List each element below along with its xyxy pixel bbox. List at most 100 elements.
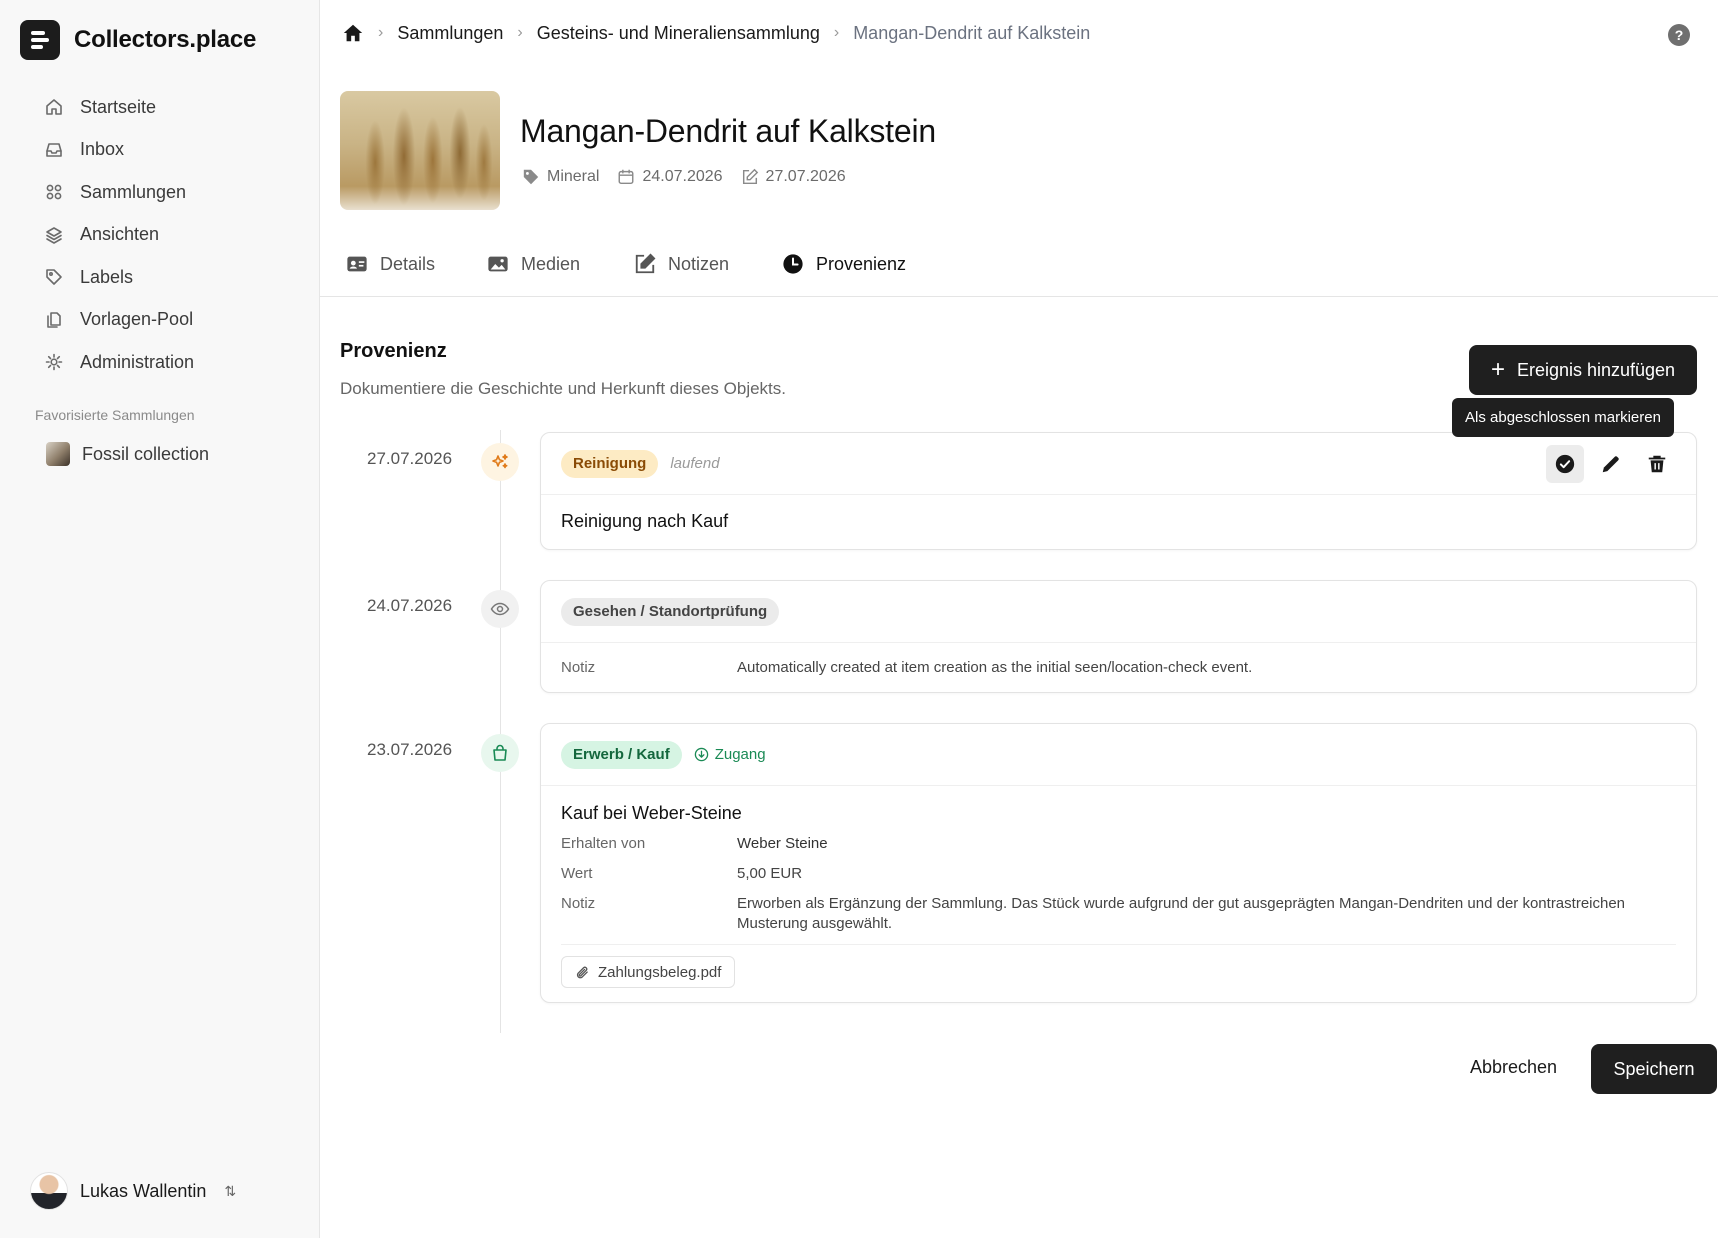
item-edited-date: 27.07.2026 [765, 168, 846, 185]
event-field: Wert 5,00 EUR [561, 864, 1676, 884]
favorite-item-fossil-collection[interactable]: Fossil collection [46, 442, 209, 466]
item-type: Mineral [522, 168, 599, 186]
field-label: Erhalten von [561, 835, 646, 852]
event-type-badge: Gesehen / Standortprüfung [561, 597, 780, 626]
sidebar-item-label: Inbox [80, 139, 125, 160]
divider [561, 944, 1676, 945]
brand[interactable]: Collectors.place [20, 20, 256, 60]
section-title: Provenienz [340, 340, 447, 362]
sidebar-item-administration[interactable]: Administration [44, 341, 304, 384]
sparkles-icon [492, 454, 508, 469]
edit-icon [635, 253, 656, 274]
mark-complete-button[interactable] [1546, 445, 1584, 483]
event-card-body: Reinigung nach Kauf [541, 495, 1696, 546]
check-circle-icon [1555, 454, 1575, 474]
add-event-button[interactable]: + Ereignis hinzufügen [1469, 345, 1697, 395]
tab-label: Details [380, 253, 436, 274]
breadcrumb-item[interactable]: Gesteins- und Mineraliensammlung [537, 23, 820, 44]
user-name: Lukas Wallentin [80, 1180, 207, 1201]
calendar-icon [618, 169, 634, 185]
home-icon[interactable] [342, 22, 364, 44]
tab-label: Provenienz [816, 253, 907, 274]
event-marker [481, 443, 519, 481]
tab-details[interactable]: Details [346, 250, 435, 278]
sidebar-item-inbox[interactable]: Inbox [44, 129, 304, 172]
event-direction-label: Zugang [714, 746, 766, 763]
event-card: Gesehen / Standortprüfung Notiz Automati… [540, 580, 1697, 693]
shopping-bag-icon [493, 744, 507, 761]
favorite-item-label: Fossil collection [82, 443, 210, 464]
sidebar-item-sammlungen[interactable]: Sammlungen [44, 171, 304, 214]
sidebar-item-label: Vorlagen-Pool [80, 309, 194, 330]
avatar [30, 1172, 68, 1210]
field-value: Weber Steine [737, 835, 828, 852]
event-field: Erhalten von Weber Steine [561, 834, 1676, 854]
attachment-chip[interactable]: Zahlungsbeleg.pdf [561, 956, 736, 988]
breadcrumb: › Sammlungen › Gesteins- und Mineraliens… [342, 22, 1090, 44]
sidebar-item-ansichten[interactable]: Ansichten [44, 214, 304, 257]
sidebar-item-label: Startseite [80, 96, 157, 117]
event-actions [1546, 445, 1676, 483]
item-meta: Mineral 24.07.2026 27.07.2026 [522, 168, 846, 186]
event-card-header: Reinigung laufend [541, 433, 1696, 495]
sidebar-nav: Startseite Inbox Sammlungen Ansichten La… [44, 86, 304, 384]
sidebar-item-vorlagen-pool[interactable]: Vorlagen-Pool [44, 299, 304, 342]
field-label: Notiz [561, 895, 596, 912]
id-card-icon [347, 256, 367, 272]
copy-icon [47, 311, 61, 328]
eye-icon [490, 602, 510, 616]
main-content: › Sammlungen › Gesteins- und Mineraliens… [320, 0, 1718, 1238]
page-title: Mangan-Dendrit auf Kalkstein [520, 113, 936, 149]
gear-icon [45, 353, 63, 371]
tab-bar: Details Medien Notizen Provenienz [320, 250, 1718, 297]
item-type-label: Mineral [547, 168, 600, 185]
help-icon[interactable]: ? [1668, 24, 1690, 46]
event-date: 27.07.2026 [367, 449, 453, 468]
item-created: 24.07.2026 [617, 168, 723, 186]
layers-icon [46, 226, 62, 244]
tab-notizen[interactable]: Notizen [634, 250, 729, 278]
event-title: Kauf bei Weber-Steine [561, 803, 742, 823]
clock-icon [783, 254, 803, 274]
tooltip: Als abgeschlossen markieren [1452, 398, 1674, 437]
user-menu[interactable]: Lukas Wallentin ⇅ [30, 1172, 236, 1210]
event-status: laufend [670, 455, 720, 472]
event-card: Erwerb / Kauf Zugang Kauf bei Weber-Stei… [540, 723, 1697, 1003]
breadcrumb-item[interactable]: Sammlungen [397, 23, 503, 44]
event-marker [481, 734, 519, 772]
collection-thumbnail [46, 442, 70, 466]
field-label: Wert [561, 865, 593, 882]
breadcrumb-current: Mangan-Dendrit auf Kalkstein [853, 22, 1091, 43]
event-card-header: Gesehen / Standortprüfung [541, 581, 1696, 643]
tab-label: Medien [521, 253, 581, 274]
event-date: 23.07.2026 [367, 740, 453, 759]
delete-event-button[interactable] [1638, 445, 1676, 483]
image-icon [488, 256, 508, 272]
edit-icon [742, 168, 758, 185]
event-date: 24.07.2026 [367, 596, 453, 615]
chevron-right-icon: › [517, 24, 523, 41]
save-button[interactable]: Speichern [1591, 1044, 1717, 1094]
edit-event-button[interactable] [1592, 445, 1630, 483]
app-logo-icon [20, 20, 60, 60]
event-field: Notiz Automatically created at item crea… [561, 658, 1676, 678]
inbox-icon [46, 142, 62, 157]
chevron-right-icon: › [833, 24, 840, 41]
sidebar-item-startseite[interactable]: Startseite [44, 86, 304, 129]
pencil-icon [1602, 456, 1619, 473]
cancel-button[interactable]: Abbrechen [1470, 1053, 1557, 1082]
item-image[interactable] [340, 91, 500, 210]
sidebar: Collectors.place Startseite Inbox Sammlu… [0, 0, 320, 1238]
tab-provenienz[interactable]: Provenienz [782, 250, 906, 278]
field-label: Notiz [561, 659, 596, 676]
event-type-badge: Reinigung [561, 449, 659, 478]
sidebar-item-label: Ansichten [80, 224, 160, 245]
chevron-right-icon: › [378, 24, 384, 41]
sidebar-item-labels[interactable]: Labels [44, 256, 304, 299]
sidebar-item-label: Administration [80, 351, 195, 372]
field-value: Automatically created at item creation a… [737, 659, 1253, 676]
event-marker [481, 590, 519, 628]
field-value: 5,00 EUR [737, 865, 803, 882]
tab-medien[interactable]: Medien [487, 250, 580, 278]
app-name: Collectors.place [74, 26, 257, 53]
